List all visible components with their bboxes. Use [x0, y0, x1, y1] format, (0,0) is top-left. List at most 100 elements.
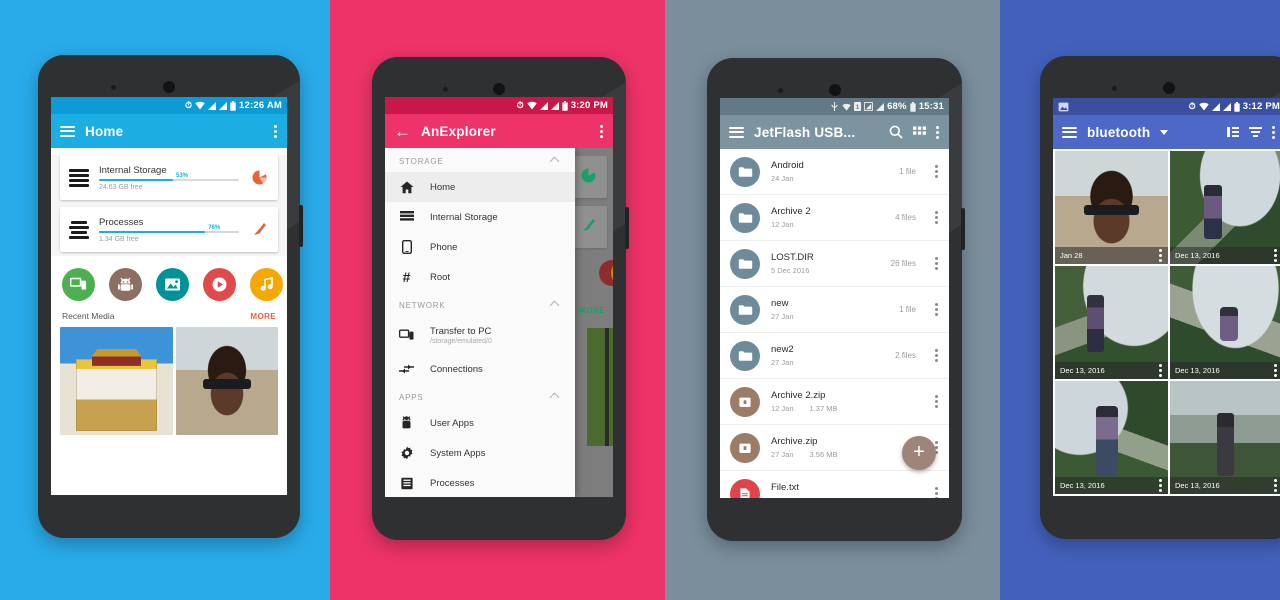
card-subtitle: 24.63 GB free [99, 183, 143, 191]
row-overflow-icon[interactable] [935, 165, 939, 178]
row-overflow-icon[interactable] [935, 303, 939, 316]
images-shortcut[interactable] [156, 268, 189, 301]
drawer-item-label: System Apps [430, 447, 486, 459]
pie-chart-icon[interactable] [249, 168, 269, 188]
photo-cell[interactable]: Dec 13, 2016 [1170, 381, 1280, 494]
hamburger-icon[interactable] [1062, 126, 1077, 138]
drawer-item-connections[interactable]: Connections [385, 354, 575, 384]
media-thumb[interactable] [60, 327, 173, 435]
folder-icon [730, 202, 760, 233]
monastery-photo [60, 327, 173, 435]
grid-view-icon[interactable] [913, 126, 926, 139]
hamburger-icon[interactable] [60, 125, 75, 137]
overflow-icon[interactable] [600, 124, 604, 138]
overflow-icon[interactable] [1272, 125, 1276, 139]
row-overflow-icon[interactable] [935, 395, 939, 408]
file-date: 12 Jan [771, 404, 794, 413]
drawer-group-header[interactable]: STORAGE [385, 148, 575, 172]
table-row[interactable]: File.txt 27 Jan 0.00 B [720, 471, 949, 498]
drawer-item-home[interactable]: Home [385, 172, 575, 202]
scrim-divider [605, 328, 609, 446]
add-button[interactable]: + [902, 436, 936, 470]
photo-overflow-icon[interactable] [1274, 364, 1278, 377]
drawer-group-header[interactable]: APPS [385, 384, 575, 408]
connections-icon [399, 363, 414, 375]
table-row[interactable]: Archive 2 12 Jan 4 files [720, 195, 949, 241]
phone3-screen: 1 68% 15:31 JetFlash USB... Android 24 J… [720, 98, 949, 498]
signal-icon [1211, 102, 1220, 111]
table-row[interactable]: new 27 Jan 1 file [720, 287, 949, 333]
file-date: 27 Jan [771, 450, 794, 459]
phone-mockup-filelist: 1 68% 15:31 JetFlash USB... Android 24 J… [707, 58, 965, 541]
row-overflow-icon[interactable] [935, 257, 939, 270]
drawer-item-processes[interactable]: Processes [385, 468, 575, 497]
search-icon[interactable] [889, 125, 903, 139]
list-view-icon[interactable] [1227, 127, 1239, 137]
file-meta: 12 Jan [771, 220, 884, 229]
status-icons: 1 68% [830, 101, 916, 112]
file-count: 26 files [890, 259, 916, 268]
row-overflow-icon[interactable] [935, 211, 939, 224]
table-row[interactable]: LOST.DIR 5 Dec 2016 26 files [720, 241, 949, 287]
file-name: new2 [771, 344, 794, 355]
screenshot-stage: ⏱ 12:26 AM Home Internal Storage 53% 24.… [0, 0, 1280, 600]
photo-overflow-icon[interactable] [1159, 249, 1163, 262]
file-count: 1 file [899, 305, 916, 314]
caret-down-icon[interactable] [1160, 129, 1169, 135]
card-internal-storage[interactable]: Internal Storage 53% 24.63 GB free [60, 155, 278, 200]
row-overflow-icon[interactable] [935, 487, 939, 498]
drawer-item-label: Home [430, 181, 456, 193]
photo-cell[interactable]: Dec 13, 2016 [1055, 266, 1168, 379]
drawer-item-phone[interactable]: Phone [385, 232, 575, 262]
drawer-item-user-apps[interactable]: User Apps [385, 408, 575, 438]
card-processes[interactable]: Processes 76% 1.34 GB free [60, 207, 278, 252]
play-icon [212, 277, 227, 292]
folder-icon [730, 294, 760, 325]
broom-icon[interactable] [249, 220, 269, 240]
wifi-icon [1198, 102, 1209, 111]
audio-shortcut[interactable] [250, 268, 283, 301]
file-date: 5 Dec 2016 [771, 266, 810, 275]
file-count: 2 files [895, 351, 916, 360]
transfer-shortcut[interactable] [62, 268, 95, 301]
hamburger-icon[interactable] [729, 126, 744, 138]
photo-overflow-icon[interactable] [1159, 364, 1163, 377]
signal-icon [876, 102, 885, 111]
overflow-icon[interactable] [274, 124, 278, 138]
drawer-item-transfer-to-pc[interactable]: Transfer to PC /storage/emulated/0 [385, 316, 575, 354]
photo-cell[interactable]: Jan 28 [1055, 151, 1168, 264]
wifi-icon [195, 101, 205, 110]
processes-icon [69, 220, 89, 239]
more-link[interactable]: MORE [579, 306, 605, 315]
drawer-item-system-apps[interactable]: System Apps [385, 438, 575, 468]
signal-icon [219, 101, 228, 110]
drawer-item-internal-storage[interactable]: Internal Storage [385, 202, 575, 232]
photo-overflow-icon[interactable] [1159, 479, 1163, 492]
photo-cell[interactable]: Dec 13, 2016 [1055, 381, 1168, 494]
progress-percent: 76% [208, 224, 221, 231]
sort-icon[interactable] [1249, 127, 1262, 137]
status-icons: ⏱ [517, 100, 568, 111]
photo-overflow-icon[interactable] [1274, 479, 1278, 492]
table-row[interactable]: Archive 2.zip 12 Jan 1.37 MB [720, 379, 949, 425]
table-row[interactable]: Android 24 Jan 1 file [720, 149, 949, 195]
more-link[interactable]: MORE [250, 312, 276, 321]
drawer-item-root[interactable]: # Root [385, 262, 575, 292]
drawer-group-header[interactable]: NETWORK [385, 292, 575, 316]
media-thumb[interactable] [176, 327, 278, 435]
video-shortcut[interactable] [203, 268, 236, 301]
back-arrow-icon[interactable]: ← [394, 123, 411, 140]
row-overflow-icon[interactable] [935, 349, 939, 362]
photo-cell[interactable]: Dec 13, 2016 [1170, 266, 1280, 379]
status-icons: ⏱ [185, 100, 236, 111]
home-icon [399, 181, 414, 194]
photo-cell[interactable]: Dec 13, 2016 [1170, 151, 1280, 264]
status-clock: 15:31 [918, 101, 944, 112]
apps-shortcut[interactable] [109, 268, 142, 301]
section-title: Recent Media [62, 311, 115, 321]
photo-overflow-icon[interactable] [1274, 249, 1278, 262]
overflow-icon[interactable] [936, 125, 940, 139]
status-bar: ⏱ 3:20 PM [385, 97, 613, 114]
file-date: 27 Jan [771, 496, 794, 498]
table-row[interactable]: new2 27 Jan 2 files [720, 333, 949, 379]
